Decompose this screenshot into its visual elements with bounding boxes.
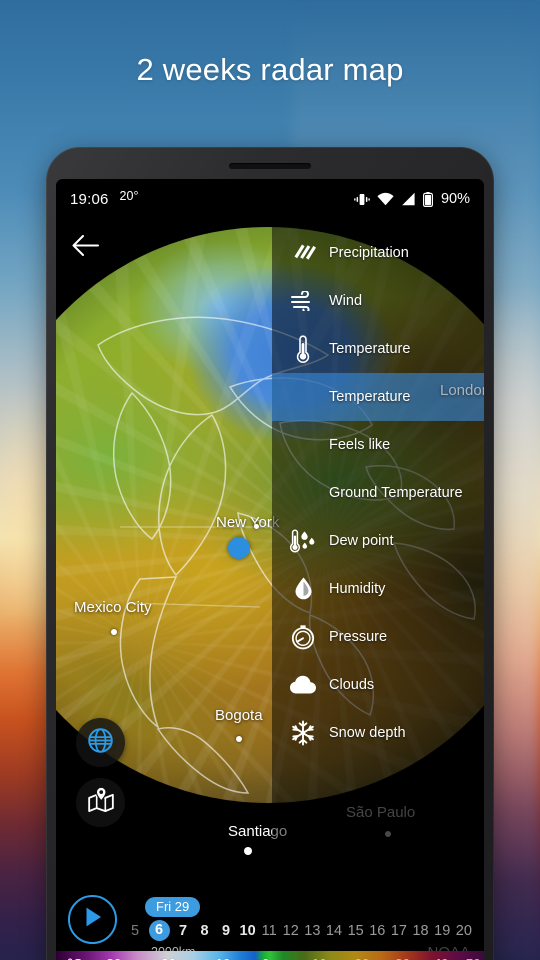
- selected-location-marker[interactable]: [228, 537, 250, 559]
- hour-tick[interactable]: 13: [304, 923, 320, 939]
- city-dot: [244, 847, 252, 855]
- layer-label: Clouds: [329, 677, 375, 693]
- layer-item-precipitation[interactable]: Precipitation: [272, 229, 484, 277]
- status-clock: 19:06: [70, 190, 109, 208]
- layer-label: Wind: [329, 293, 363, 309]
- layer-item-feels-like[interactable]: Feels like: [272, 421, 484, 469]
- hour-tick-current[interactable]: 6: [148, 920, 170, 941]
- layer-item-ground-temperature[interactable]: Ground Temperature: [272, 469, 484, 517]
- layer-label: Temperature: [329, 341, 411, 357]
- page-title: 2 weeks radar map: [136, 52, 404, 87]
- hour-tick[interactable]: 15: [348, 923, 364, 939]
- map-pin-icon: [87, 786, 115, 819]
- layer-label: Snow depth: [329, 725, 406, 741]
- map-layers-button[interactable]: [76, 778, 125, 827]
- layer-item-humidity[interactable]: Humidity: [272, 565, 484, 613]
- status-bar: 19:06 20° 90%: [56, 179, 484, 219]
- legend-unit: °C: [67, 957, 82, 960]
- layer-item-temperature[interactable]: Temperature: [272, 325, 484, 373]
- city-label: London: [440, 382, 484, 399]
- hour-tick[interactable]: 9: [218, 923, 234, 939]
- timeline-control: Fri 29 5 6 7 8 9 10 11 12 13 14 15 16 17…: [56, 889, 484, 949]
- layer-item-clouds[interactable]: Clouds: [272, 661, 484, 709]
- signal-icon: [401, 192, 416, 206]
- legend-tick: -30: [102, 957, 122, 960]
- layer-label: Ground Temperature: [329, 485, 463, 501]
- cloud-icon: [286, 674, 320, 696]
- layer-label: Dew point: [329, 533, 394, 549]
- battery-percent: 90%: [440, 191, 470, 207]
- hour-tick[interactable]: 10: [240, 923, 256, 939]
- temperature-legend[interactable]: °C -30 -20 -10 0 10 20 30 40 50: [56, 951, 484, 960]
- dew-point-icon: [286, 528, 320, 555]
- layer-item-snow-depth[interactable]: Snow depth: [272, 709, 484, 757]
- vibrate-icon: [354, 192, 370, 207]
- layer-label: Humidity: [329, 581, 386, 597]
- battery-icon: [422, 191, 433, 207]
- status-temperature: 20°: [119, 189, 139, 203]
- back-button[interactable]: [72, 235, 99, 261]
- radar-map[interactable]: New York Mexico City Bogota Santiago São…: [56, 219, 484, 960]
- hour-tick[interactable]: 14: [326, 923, 342, 939]
- layer-label: Precipitation: [329, 245, 409, 261]
- wind-icon: [286, 291, 320, 311]
- globe-icon: [87, 727, 114, 759]
- humidity-icon: [286, 576, 320, 603]
- layer-selector-panel: Precipitation Wind Temperature Temperatu…: [272, 219, 484, 960]
- layer-label: Temperature: [329, 389, 411, 405]
- precipitation-icon: [286, 242, 320, 264]
- hour-tick[interactable]: 11: [261, 923, 277, 939]
- legend-tick: 50: [466, 957, 481, 960]
- legend-tick: 40: [434, 957, 449, 960]
- city-label: Bogota: [215, 707, 263, 724]
- day-badge[interactable]: Fri 29: [145, 897, 201, 917]
- layer-item-wind[interactable]: Wind: [272, 277, 484, 325]
- layer-label: Feels like: [329, 437, 391, 453]
- thermometer-icon: [286, 335, 320, 363]
- city-label: Mexico City: [74, 599, 152, 616]
- hour-tick[interactable]: 7: [175, 923, 191, 939]
- legend-tick: 20: [355, 957, 370, 960]
- layer-item-pressure[interactable]: Pressure: [272, 613, 484, 661]
- hour-tick[interactable]: 12: [283, 923, 299, 939]
- hour-tick[interactable]: 5: [127, 923, 143, 939]
- phone-screen: 19:06 20° 90% New York Mexico City Bogot…: [56, 179, 484, 960]
- play-button[interactable]: [68, 894, 117, 944]
- legend-tick: -10: [211, 957, 231, 960]
- layer-item-dew-point[interactable]: Dew point: [272, 517, 484, 565]
- legend-tick: 10: [312, 957, 327, 960]
- city-dot: [111, 629, 117, 635]
- legend-tick: -20: [157, 957, 177, 960]
- hour-scrubber[interactable]: 5 6 7 8 9 10 11 12 13 14 15 16 17 18 19 …: [127, 920, 476, 941]
- hour-tick[interactable]: 18: [412, 923, 428, 939]
- city-dot: [254, 524, 259, 529]
- layer-label: Pressure: [329, 629, 388, 645]
- hour-tick[interactable]: 19: [434, 923, 450, 939]
- city-dot: [236, 736, 242, 742]
- wifi-icon: [377, 192, 394, 206]
- legend-tick: 30: [395, 957, 410, 960]
- phone-speaker: [229, 163, 311, 169]
- map-tool-buttons: [76, 718, 125, 827]
- hour-tick[interactable]: 16: [369, 923, 385, 939]
- legend-tick: 0: [262, 957, 270, 960]
- play-icon: [83, 906, 103, 933]
- hour-tick[interactable]: 8: [197, 923, 213, 939]
- phone-mockup: 19:06 20° 90% New York Mexico City Bogot…: [46, 147, 494, 960]
- hour-tick[interactable]: 20: [456, 923, 472, 939]
- globe-button[interactable]: [76, 718, 125, 767]
- snowflake-icon: [286, 720, 320, 746]
- city-label: New York: [216, 514, 280, 531]
- pressure-icon: [286, 624, 320, 650]
- hour-tick[interactable]: 17: [391, 923, 407, 939]
